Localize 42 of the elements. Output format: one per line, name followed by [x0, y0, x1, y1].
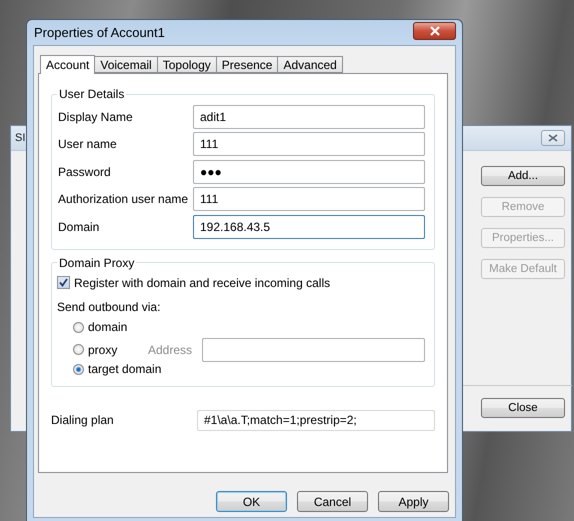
checkbox[interactable] [57, 276, 70, 289]
close-button[interactable] [541, 130, 565, 146]
tab[interactable]: Account [40, 55, 96, 74]
field-label: User name [58, 137, 117, 152]
field-label: Display Name [58, 110, 133, 124]
text-field[interactable]: 111 [193, 187, 425, 212]
dialog-button[interactable]: OK [216, 491, 287, 512]
tab[interactable]: Advanced [277, 56, 343, 73]
address-field[interactable] [202, 338, 425, 362]
close-icon [548, 134, 558, 142]
radio-label: target domain [88, 362, 162, 376]
radio-label: proxy [88, 342, 118, 356]
close-icon [428, 26, 440, 36]
field-label: Dialing plan [51, 413, 114, 427]
tab[interactable]: Topology [156, 56, 217, 73]
checkbox-label: Register with domain and receive incoming calls [74, 276, 330, 290]
radio-button[interactable] [73, 364, 84, 374]
address-label: Address [148, 342, 192, 356]
text-field[interactable]: adit1 [193, 104, 425, 129]
field-label: Authorization user name [58, 192, 188, 206]
close-button[interactable]: Close [481, 398, 565, 418]
dialog-button[interactable]: Cancel [297, 491, 368, 512]
text-field[interactable]: 111 [193, 132, 425, 156]
radio-button[interactable] [73, 322, 84, 332]
radio-label: domain [88, 320, 128, 334]
text-field[interactable]: ●●● [193, 160, 425, 184]
tab[interactable]: Presence [216, 56, 278, 73]
section-label: Send outbound via: [57, 300, 162, 314]
tab[interactable]: Voicemail [94, 56, 158, 73]
group-title: User Details [58, 87, 126, 101]
dialog-button[interactable]: Apply [378, 491, 449, 512]
check-icon [59, 278, 68, 287]
window-title: Properties of Account1 [34, 25, 165, 40]
text-field[interactable]: #1\a\a.T;match=1;prestrip=2; [197, 410, 435, 430]
window-title: SI [15, 132, 26, 144]
field-label: Domain [58, 220, 100, 234]
text-field[interactable]: 192.168.43.5 [193, 214, 425, 239]
field-label: Password [58, 164, 111, 179]
radio-button[interactable] [73, 344, 84, 355]
window-button[interactable]: Add... [481, 166, 565, 186]
group-title: Domain Proxy [58, 256, 136, 270]
close-button[interactable] [413, 22, 456, 40]
